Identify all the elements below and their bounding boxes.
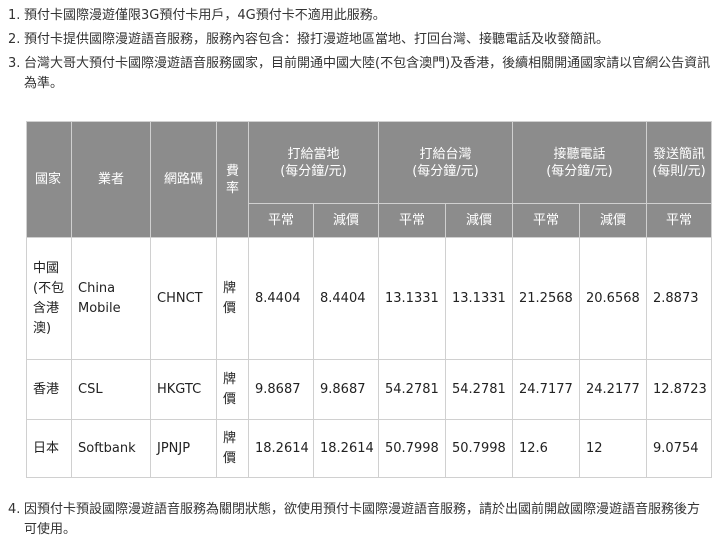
cell-receive-discount: 24.2177	[579, 359, 647, 420]
cell-receive-discount: 20.6568	[579, 237, 647, 360]
cell-country: 中國 (不包含港澳)	[26, 237, 72, 360]
cell-taiwan-normal: 13.1331	[378, 237, 446, 360]
subheader-normal: 平常	[512, 203, 580, 238]
subheader-discount: 減價	[313, 203, 379, 238]
cell-taiwan-normal: 50.7998	[378, 419, 446, 478]
note-number: 4.	[8, 502, 21, 517]
cell-rate-type: 牌價	[216, 237, 249, 360]
subheader-normal: 平常	[248, 203, 314, 238]
cell-taiwan-normal: 54.2781	[378, 359, 446, 420]
cell-receive-normal: 24.7177	[512, 359, 580, 420]
cell-local-normal: 9.8687	[248, 359, 314, 420]
cell-operator: China Mobile	[71, 237, 151, 360]
header-network-code: 網路碼	[150, 121, 217, 238]
note-text: 預付卡國際漫遊僅限3G預付卡用戶，4G預付卡不適用此服務。	[24, 8, 386, 23]
note-text: 台灣大哥大預付卡國際漫遊語音服務國家，目前開通中國大陸(不包含澳門)及香港，後續…	[24, 56, 711, 91]
cell-receive-discount: 12	[579, 419, 647, 478]
note-item: 2. 預付卡提供國際漫遊語音服務，服務內容包含：撥打漫遊地區當地、打回台灣、接聽電…	[8, 30, 712, 50]
note-number: 3.	[8, 56, 21, 71]
cell-sms: 12.8723	[646, 359, 712, 420]
cell-taiwan-discount: 54.2781	[445, 359, 513, 420]
cell-local-discount: 9.8687	[313, 359, 379, 420]
cell-taiwan-discount: 13.1331	[445, 237, 513, 360]
note-number: 2.	[8, 32, 21, 47]
note-text: 預付卡提供國際漫遊語音服務，服務內容包含：撥打漫遊地區當地、打回台灣、接聽電話及…	[24, 32, 610, 47]
cell-local-discount: 18.2614	[313, 419, 379, 478]
cell-receive-normal: 21.2568	[512, 237, 580, 360]
cell-sms: 9.0754	[646, 419, 712, 478]
header-country: 國家	[26, 121, 72, 238]
cell-rate-type: 牌價	[216, 419, 249, 478]
cell-sms: 2.8873	[646, 237, 712, 360]
cell-local-normal: 8.4404	[248, 237, 314, 360]
roaming-rates-table: 國家 業者 網路碼 費率 打給當地 (每分鐘/元) 打給台灣 (每分鐘/元) 接…	[26, 121, 712, 478]
header-operator: 業者	[71, 121, 151, 238]
cell-local-normal: 18.2614	[248, 419, 314, 478]
cell-operator: Softbank	[71, 419, 151, 478]
cell-country: 香港	[26, 359, 72, 420]
cell-network-code: CHNCT	[150, 237, 217, 360]
note-text: 因預付卡預設國際漫遊語音服務為關閉狀態，欲使用預付卡國際漫遊語音服務，請於出國前…	[24, 502, 701, 537]
note-number: 1.	[8, 8, 21, 23]
table-row: 中國 (不包含港澳) China Mobile CHNCT 牌價 8.4404 …	[26, 237, 712, 360]
note-item: 1. 預付卡國際漫遊僅限3G預付卡用戶，4G預付卡不適用此服務。	[8, 6, 712, 26]
note-item: 4. 因預付卡預設國際漫遊語音服務為關閉狀態，欲使用預付卡國際漫遊語音服務，請於出…	[8, 500, 712, 540]
table-row: 香港 CSL HKGTC 牌價 9.8687 9.8687 54.2781 54…	[26, 359, 712, 420]
cell-country: 日本	[26, 419, 72, 478]
notes-list-bottom: 4. 因預付卡預設國際漫遊語音服務為關閉狀態，欲使用預付卡國際漫遊語音服務，請於出…	[8, 500, 712, 544]
cell-rate-type: 牌價	[216, 359, 249, 420]
note-item: 3. 台灣大哥大預付卡國際漫遊語音服務國家，目前開通中國大陸(不包含澳門)及香港，…	[8, 54, 712, 94]
subheader-normal: 平常	[646, 203, 712, 238]
cell-receive-normal: 12.6	[512, 419, 580, 478]
subheader-discount: 減價	[445, 203, 513, 238]
subheader-discount: 減價	[579, 203, 647, 238]
header-send-sms: 發送簡訊 (每則/元)	[646, 121, 712, 204]
header-receive-call: 接聽電話 (每分鐘/元)	[512, 121, 647, 204]
header-call-taiwan: 打給台灣 (每分鐘/元)	[378, 121, 513, 204]
notes-list-top: 1. 預付卡國際漫遊僅限3G預付卡用戶，4G預付卡不適用此服務。 2. 預付卡提供國…	[8, 6, 712, 98]
cell-network-code: JPNJP	[150, 419, 217, 478]
cell-network-code: HKGTC	[150, 359, 217, 420]
header-rate-type: 費率	[216, 121, 249, 238]
cell-operator: CSL	[71, 359, 151, 420]
header-call-local: 打給當地 (每分鐘/元)	[248, 121, 379, 204]
subheader-normal: 平常	[378, 203, 446, 238]
table-header-row: 國家 業者 網路碼 費率 打給當地 (每分鐘/元) 打給台灣 (每分鐘/元) 接…	[26, 121, 712, 238]
cell-local-discount: 8.4404	[313, 237, 379, 360]
table-row: 日本 Softbank JPNJP 牌價 18.2614 18.2614 50.…	[26, 419, 712, 478]
cell-taiwan-discount: 50.7998	[445, 419, 513, 478]
